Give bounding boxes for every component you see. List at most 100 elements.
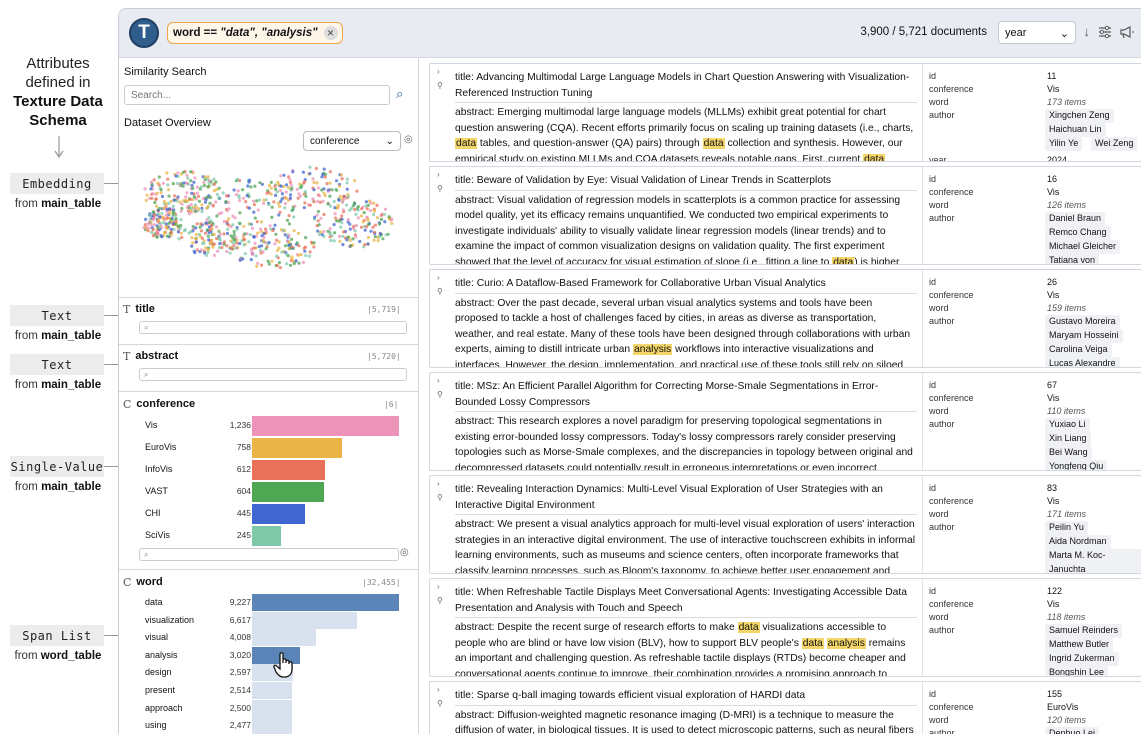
color-by-select[interactable]: conference ⌄ <box>303 131 401 151</box>
word-bar-row[interactable]: using 2,477 <box>119 717 418 734</box>
document-card[interactable]: › ⚲ title: Advancing Multimodal Large La… <box>429 63 1141 162</box>
pin-icon[interactable]: ⚲ <box>437 81 443 90</box>
pin-icon[interactable]: ⚲ <box>437 699 443 708</box>
chevron-right-icon[interactable]: › <box>437 67 440 76</box>
bar[interactable] <box>252 629 316 647</box>
pin-icon[interactable]: ⚲ <box>437 287 443 296</box>
abstract-filter-input[interactable]: ⌕ <box>139 368 407 381</box>
conference-filter-input[interactable]: ⌕ <box>139 548 399 561</box>
author-tag[interactable]: Remco Chang <box>1045 226 1111 240</box>
author-tag[interactable]: Samuel Reinders <box>1045 624 1123 638</box>
meta-word-count[interactable]: 110 items <box>1047 405 1085 419</box>
author-tag[interactable]: Yongfeng Qiu <box>1045 460 1108 470</box>
author-tag[interactable]: Haichuan Lin <box>1045 123 1106 137</box>
author-tag[interactable]: Michael Gleicher <box>1045 240 1121 254</box>
bar[interactable] <box>252 438 343 458</box>
bar[interactable] <box>252 682 293 699</box>
bar[interactable] <box>252 699 292 717</box>
sort-desc-icon[interactable]: ↓ <box>1084 24 1091 39</box>
embedding-point <box>379 217 384 221</box>
chevron-right-icon[interactable]: › <box>437 273 440 282</box>
document-card[interactable]: › ⚲ title: Beware of Validation by Eye: … <box>429 166 1141 265</box>
word-bar-row[interactable]: analysis 3,020 <box>119 646 418 664</box>
filter-chip[interactable]: word == "data", "analysis" ✕ <box>167 22 343 44</box>
conference-bar-row[interactable]: CHI 445 <box>119 504 418 524</box>
conference-bar-row[interactable]: Vis 1,236 <box>119 416 418 436</box>
meta-word-count[interactable]: 120 items <box>1047 714 1086 728</box>
megaphone-icon[interactable] <box>1119 25 1134 39</box>
author-tag[interactable]: Wei Zeng <box>1091 137 1138 151</box>
app-logo[interactable]: T <box>129 18 159 48</box>
document-card[interactable]: › ⚲ title: Curio: A Dataflow-Based Frame… <box>429 269 1141 368</box>
meta-word-count[interactable]: 159 items <box>1047 302 1086 316</box>
meta-word-count[interactable]: 126 items <box>1047 199 1086 213</box>
embedding-scatterplot[interactable] <box>123 153 413 293</box>
bar[interactable] <box>252 482 324 502</box>
bar[interactable] <box>252 504 305 524</box>
embedding-point <box>212 253 216 257</box>
author-tag[interactable]: Yuxiao Li <box>1045 418 1090 432</box>
bar[interactable] <box>252 611 358 629</box>
pin-icon[interactable]: ⚲ <box>437 390 443 399</box>
author-tag[interactable]: Maryam Hosseini <box>1045 329 1123 343</box>
author-tag[interactable]: Carolina Veiga <box>1045 343 1112 357</box>
bar[interactable] <box>252 526 282 546</box>
bar[interactable] <box>252 460 325 480</box>
bar[interactable] <box>252 594 399 611</box>
word-bar-row[interactable]: design 2,597 <box>119 664 418 682</box>
document-card[interactable]: › ⚲ title: Revealing Interaction Dynamic… <box>429 475 1141 574</box>
conference-bar-row[interactable]: EuroVis 758 <box>119 438 418 458</box>
word-bar-row[interactable]: visual 4,008 <box>119 629 418 647</box>
author-tag[interactable]: Tatiana von <box>1045 254 1100 264</box>
author-tag[interactable]: Bongshin Lee <box>1045 666 1109 676</box>
pin-icon[interactable]: ⚲ <box>437 184 443 193</box>
document-card[interactable]: › ⚲ title: Sparse q-ball imaging towards… <box>429 681 1141 734</box>
settings-sliders-icon[interactable] <box>1098 25 1112 39</box>
meta-word-count[interactable]: 173 items <box>1047 96 1086 110</box>
chevron-right-icon[interactable]: › <box>437 582 440 591</box>
author-tag[interactable]: Matthew Butler <box>1045 638 1114 652</box>
author-tag[interactable]: Gustavo Moreira <box>1045 315 1120 329</box>
author-tag[interactable]: Xin Liang <box>1045 432 1091 446</box>
author-tag[interactable]: Lucas Alexandre <box>1045 357 1120 367</box>
row-controls: › ⚲ <box>430 579 451 676</box>
author-tag[interactable]: Bei Wang <box>1045 446 1092 460</box>
author-tag[interactable]: Denhuo Lei <box>1045 727 1100 734</box>
author-tag[interactable]: Peilin Yu <box>1045 521 1088 535</box>
word-bar-row[interactable]: visualization 6,617 <box>119 611 418 629</box>
meta-word-count[interactable]: 171 items <box>1047 508 1086 522</box>
author-tag[interactable]: Ingrid Zukerman <box>1045 652 1119 666</box>
chevron-right-icon[interactable]: › <box>437 479 440 488</box>
chevron-right-icon[interactable]: › <box>437 376 440 385</box>
author-tag[interactable]: Xingchen Zeng <box>1045 109 1114 123</box>
similarity-search-input[interactable]: Search... <box>124 85 390 105</box>
document-card[interactable]: › ⚲ title: When Refreshable Tactile Disp… <box>429 578 1141 677</box>
target-icon[interactable]: ◎ <box>404 134 413 145</box>
conference-bar-row[interactable]: SciVis 245 <box>119 526 418 546</box>
embedding-point <box>278 266 282 270</box>
author-tag[interactable]: Marta M. Koc-Januchta <box>1045 549 1141 573</box>
document-card[interactable]: › ⚲ title: MSz: An Efficient Parallel Al… <box>429 372 1141 471</box>
conference-bar-row[interactable]: InfoVis 612 <box>119 460 418 480</box>
bar[interactable] <box>252 416 399 436</box>
author-tag[interactable]: Aida Nordman <box>1045 535 1111 549</box>
pin-icon[interactable]: ⚲ <box>437 596 443 605</box>
sort-select[interactable]: year ⌄ <box>998 21 1076 44</box>
pin-icon[interactable]: ⚲ <box>437 493 443 502</box>
bar[interactable] <box>252 717 292 734</box>
author-tag[interactable]: Daniel Braun <box>1045 212 1106 226</box>
chevron-right-icon[interactable]: › <box>437 685 440 694</box>
target-icon[interactable]: ◎ <box>400 547 409 558</box>
word-bar-row[interactable]: approach 2,500 <box>119 699 418 717</box>
author-tag[interactable]: Yilin Ye <box>1045 137 1083 151</box>
search-icon[interactable]: ⌕ <box>396 86 403 102</box>
close-icon[interactable]: ✕ <box>323 26 338 40</box>
row-controls: › ⚲ <box>430 373 451 470</box>
conference-bar-row[interactable]: VAST 604 <box>119 482 418 502</box>
title-filter-input[interactable]: ⌕ <box>139 321 407 334</box>
word-bar-row[interactable]: data 9,227 <box>119 594 418 611</box>
meta-word-count[interactable]: 118 items <box>1047 611 1085 625</box>
word-bar-row[interactable]: present 2,514 <box>119 682 418 699</box>
embedding-point <box>215 192 219 197</box>
chevron-right-icon[interactable]: › <box>437 170 440 179</box>
